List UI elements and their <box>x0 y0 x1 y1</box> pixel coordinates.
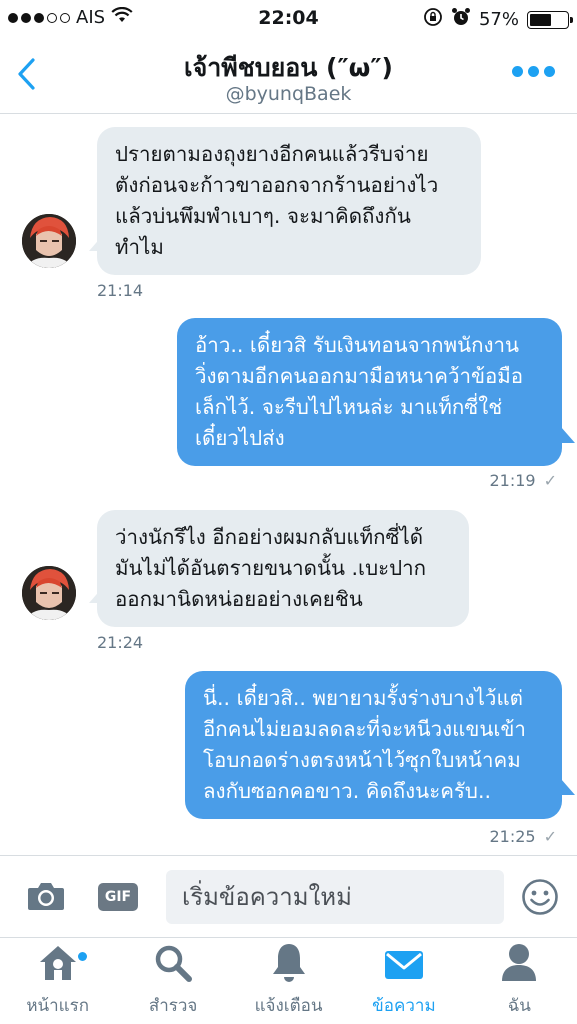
message-composer: GIF <box>0 855 577 937</box>
tab-home[interactable]: หน้าแรก <box>0 938 115 1024</box>
message-line: อีกคนไม่ยอมลดละที่จะหนีวงแขนเข้า <box>203 717 526 741</box>
bubble-tail <box>561 427 575 443</box>
read-check-icon: ✓ <box>543 827 557 846</box>
message-timestamp: 21:19 ✓ <box>489 471 557 490</box>
status-bar: AIS 22:04 57% <box>0 0 577 36</box>
conversation-header: เจ้าพีชบยอน (″ω″) @byunqBaek <box>0 36 577 114</box>
message-input[interactable] <box>166 870 504 924</box>
message-line: ออกมานิดหน่อยอย่างเคยชิน <box>115 587 363 611</box>
bell-icon <box>270 941 308 988</box>
outgoing-message-bubble[interactable]: นี่.. เดี๋ยวสิ.. พยายามรั้งร่างบางไว้แต่… <box>185 671 562 819</box>
tab-label: ข้อความ <box>372 996 436 1016</box>
tab-explore[interactable]: สำรวจ <box>115 938 230 1024</box>
message-line: วิ่งตามอีกคนออกมามือหนาคว้าข้อมือ <box>195 364 524 388</box>
incoming-message-bubble[interactable]: ปรายตามองถุงยางอีกคนแล้วรีบจ่าย ตังก่อนจ… <box>97 127 481 275</box>
message-line: โอบกอดร่างตรงหน้าไว้ซุกใบหน้าคม <box>203 748 521 772</box>
avatar[interactable] <box>22 566 76 620</box>
tab-label: ฉัน <box>507 996 531 1016</box>
tab-label: หน้าแรก <box>26 996 90 1016</box>
outgoing-message-bubble[interactable]: อ้าว.. เดี๋ยวสิ รับเงินทอนจากพนักงาน วิ่… <box>177 318 562 466</box>
bubble-tail <box>89 587 103 603</box>
message-line: ปรายตามองถุงยางอีกคนแล้วรีบจ่าย <box>115 142 429 166</box>
home-icon <box>36 943 80 988</box>
tab-label: แจ้งเตือน <box>254 996 323 1016</box>
read-check-icon: ✓ <box>543 471 557 490</box>
alarm-icon <box>451 7 471 32</box>
message-line: อ้าว.. เดี๋ยวสิ รับเงินทอนจากพนักงาน <box>195 333 520 357</box>
user-handle[interactable]: @byunqBaek <box>0 83 577 105</box>
message-line: ตังก่อนจะก้าวขาออกจากร้านอย่างไว <box>115 173 439 197</box>
message-line: ทำไม <box>115 235 164 259</box>
rotation-lock-icon <box>423 7 443 32</box>
message-line: เดี๋ยวไปส่ง <box>195 426 285 450</box>
message-line: นี่.. เดี๋ยวสิ.. พยายามรั้งร่างบางไว้แต่ <box>203 686 523 710</box>
tab-bar: หน้าแรก สำรวจ แจ้งเตือน ข้อความ ฉัน <box>0 937 577 1024</box>
message-timestamp: 21:14 <box>97 281 144 300</box>
message-line: แล้วบ่นพึมพำเบาๆ. จะมาคิดถึงกัน <box>115 204 411 228</box>
tab-notifications[interactable]: แจ้งเตือน <box>231 938 346 1024</box>
message-line: ลงกับซอกคอขาว. คิดถึงนะครับ.. <box>203 779 491 803</box>
battery-icon <box>527 10 573 29</box>
tab-me[interactable]: ฉัน <box>462 938 577 1024</box>
message-line: มันไม่ได้อันตรายขนาดนั้น .เบะปาก <box>115 556 427 580</box>
incoming-message-bubble[interactable]: ว่างนักรึไง อีกอย่างผมกลับแท็กซี่ได้ มัน… <box>97 510 469 627</box>
message-line: เล็กไว้. จะรีบไปไหนล่ะ มาแท็กซี่ใช่ <box>195 395 503 419</box>
search-icon <box>153 943 193 988</box>
battery-percent: 57% <box>478 9 519 30</box>
message-time: 21:19 <box>489 471 536 490</box>
profile-icon <box>499 941 539 988</box>
avatar[interactable] <box>22 214 76 268</box>
tab-messages[interactable]: ข้อความ <box>346 938 461 1024</box>
message-line: ว่างนักรึไง อีกอย่างผมกลับแท็กซี่ได้ <box>115 525 424 549</box>
tab-label: สำรวจ <box>148 996 198 1016</box>
message-thread[interactable]: ปรายตามองถุงยางอีกคนแล้วรีบจ่าย ตังก่อนจ… <box>0 115 577 855</box>
message-timestamp: 21:24 <box>97 633 144 652</box>
envelope-icon <box>382 947 426 988</box>
conversation-title[interactable]: เจ้าพีชบยอน (″ω″) <box>0 48 577 88</box>
bubble-tail <box>561 779 575 795</box>
message-timestamp: 21:25 ✓ <box>489 827 557 846</box>
emoji-icon[interactable] <box>521 878 559 920</box>
camera-icon[interactable] <box>26 880 66 916</box>
more-options-icon[interactable] <box>512 66 555 77</box>
gif-button[interactable]: GIF <box>98 883 138 911</box>
message-time: 21:25 <box>489 827 536 846</box>
unread-dot <box>78 952 87 961</box>
